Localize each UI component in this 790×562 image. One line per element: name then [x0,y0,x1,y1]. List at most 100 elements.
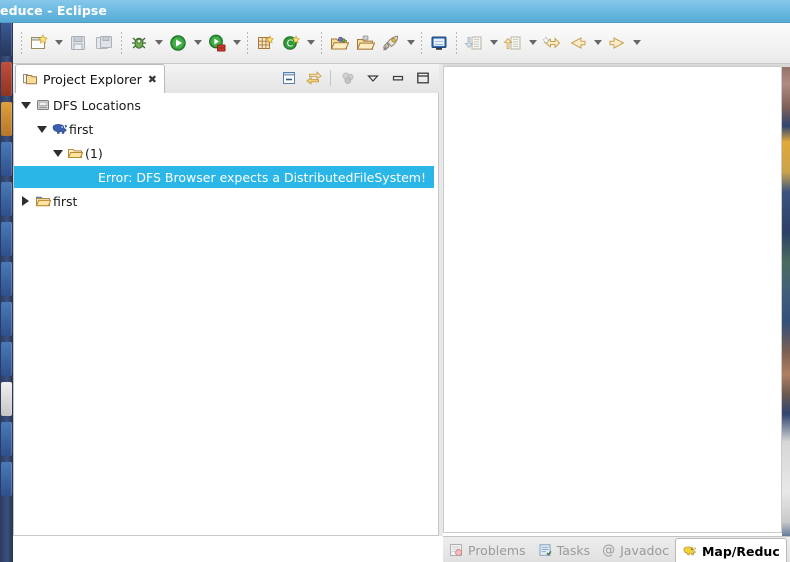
window-title: educe - Eclipse [0,3,107,18]
chevron-down-icon [366,75,379,82]
run-button[interactable] [165,30,191,56]
toolbar-separator [117,22,126,63]
link-with-editor-button[interactable] [301,66,326,90]
package-grid-icon [258,34,275,49]
focus-on-active-task-button[interactable] [335,66,360,90]
console-button[interactable] [426,30,452,56]
main-toolbar: C [13,22,790,64]
collapse-all-button[interactable] [276,66,301,90]
new-class-icon: C [283,34,301,50]
tab-problems[interactable]: Problems [443,537,532,562]
external-tools-button[interactable] [378,30,404,56]
expand-triangle-icon[interactable] [50,141,65,165]
debug-dropdown[interactable] [152,30,165,56]
monitor-icon [431,36,447,50]
tree-row-dfs-locations[interactable]: DFS Locations [14,93,438,117]
launcher-icon-trash[interactable] [0,460,13,498]
expand-triangle-icon[interactable] [18,93,33,117]
new-class-button[interactable]: C [278,30,304,56]
next-annotation-button[interactable] [500,30,526,56]
tab-map-reduce[interactable]: Map/Reduc [674,538,787,562]
launcher-icon-thunderbird[interactable] [0,100,13,138]
debug-button[interactable] [126,30,152,56]
editor-area[interactable] [443,66,782,533]
collapse-triangle-icon[interactable] [18,189,33,213]
launcher-icon-terminal[interactable] [0,340,13,378]
launcher-icon-firefox[interactable] [0,60,13,98]
launcher-icon-writer[interactable] [0,140,13,178]
new-class-dropdown[interactable] [304,30,317,56]
launcher-icon-amazon[interactable] [0,300,13,338]
tab-label: Tasks [556,542,591,558]
arrow-right-icon [609,36,625,49]
open-folder-icon [330,36,349,49]
last-edit-location-button[interactable] [539,30,565,56]
project-explorer-icon [22,71,38,87]
debug-bug-icon [132,37,146,49]
expand-triangle-icon[interactable] [34,117,49,141]
external-tools-dropdown[interactable] [404,30,417,56]
tree-row-project-first[interactable]: first [14,189,438,213]
new-wizard-button[interactable] [26,30,52,56]
svg-text:C: C [287,38,294,49]
tab-label: Problems [468,542,526,558]
project-tree[interactable]: DFS Locations first (1) Error: DFS Brows… [13,93,439,536]
tab-project-explorer[interactable]: Project Explorer ✖ [15,64,166,93]
javadoc-at-icon: @ [602,542,616,558]
tab-tasks[interactable]: Tasks [532,537,597,562]
back-to-edit-icon [542,35,561,49]
launcher-icon-calc[interactable] [0,180,13,218]
bottom-left-filler [13,536,443,562]
launcher-icon-software[interactable] [0,260,13,298]
view-menu-button[interactable] [360,66,385,90]
save-all-button[interactable] [91,30,117,56]
minimize-view-button[interactable] [385,66,410,90]
previous-annotation-dropdown[interactable] [487,30,500,56]
run-dropdown[interactable] [191,30,204,56]
new-file-icon [31,33,48,49]
hadoop-elephant-yellow-icon [682,544,697,558]
eclipse-window: educe - Eclipse C Project Explorer ✖ DFS… [0,0,790,562]
java-project-icon [33,189,53,213]
launcher-icon-files[interactable] [0,20,13,58]
next-annotation-dropdown[interactable] [526,30,539,56]
tree-row-error[interactable]: Error: DFS Browser expects a Distributed… [14,165,438,189]
status-badge[interactable]: Error: DFS Browser expects a Distributed… [14,166,434,188]
previous-annotation-button[interactable] [461,30,487,56]
back-button[interactable] [565,30,591,56]
save-button[interactable] [65,30,91,56]
forward-button[interactable] [604,30,630,56]
tree-label: first [53,193,78,209]
maximize-icon [416,72,429,84]
dfs-locations-icon [33,93,53,117]
tasks-icon [538,543,552,557]
tree-label: (1) [85,145,103,161]
view-tab-strip: Project Explorer ✖ [13,63,439,94]
minimize-icon [392,75,403,81]
back-dropdown[interactable] [591,30,604,56]
forward-dropdown[interactable] [630,30,643,56]
run-on-hadoop-button[interactable] [204,30,230,56]
maximize-view-button[interactable] [410,66,435,90]
open-type-button[interactable] [326,30,352,56]
new-wizard-dropdown[interactable] [52,30,65,56]
folder-icon [65,141,85,165]
window-titlebar[interactable]: educe - Eclipse [0,0,790,23]
link-editor-icon [305,70,322,85]
tree-row-hadoop-location[interactable]: first [14,117,438,141]
run-server-icon [209,34,226,51]
open-task-button[interactable] [352,30,378,56]
tab-label: Javadoc [620,542,669,558]
tab-javadoc[interactable]: @ Javadoc [596,537,675,562]
launcher-icon-eclipse[interactable] [0,380,13,418]
close-icon[interactable]: ✖ [148,73,157,86]
error-message: Error: DFS Browser expects a Distributed… [98,169,426,185]
tree-row-dfs-folder[interactable]: (1) [14,141,438,165]
new-java-package-button[interactable] [252,30,278,56]
launcher-icon-impress[interactable] [0,220,13,258]
unity-launcher[interactable] [0,0,13,562]
launcher-icon-settings[interactable] [0,420,13,458]
collapse-all-icon [282,72,295,84]
save-all-icon [96,35,112,49]
run-on-hadoop-dropdown[interactable] [230,30,243,56]
